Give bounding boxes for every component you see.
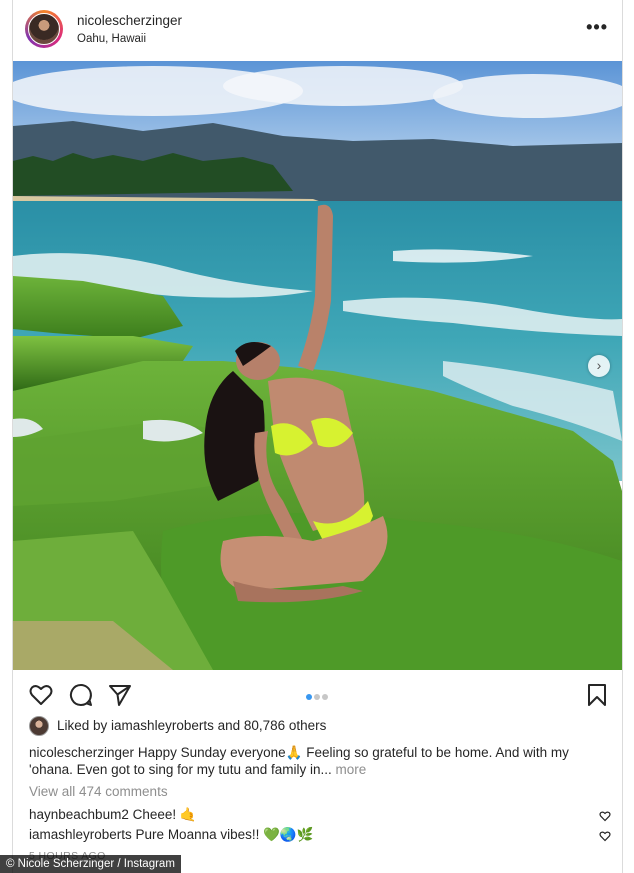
location-link[interactable]: Oahu, Hawaii bbox=[77, 33, 146, 45]
carousel-dot bbox=[314, 694, 320, 700]
username-link[interactable]: nicolescherzinger bbox=[77, 13, 182, 28]
likes-text: Liked by iamashleyroberts and 80,786 oth… bbox=[57, 718, 326, 733]
post-photo[interactable]: › bbox=[13, 61, 622, 670]
liker-username-link[interactable]: iamashleyroberts bbox=[111, 718, 214, 733]
comment-row: iamashleyroberts Pure Moanna vibes!! 💚🌏🌿 bbox=[29, 827, 611, 843]
more-options-button[interactable]: ••• bbox=[586, 17, 608, 38]
photo-credit: © Nicole Scherzinger / Instagram bbox=[0, 855, 181, 873]
profile-avatar[interactable] bbox=[25, 10, 63, 48]
comment-like-heart-icon[interactable] bbox=[599, 830, 611, 842]
chevron-right-icon: › bbox=[596, 357, 602, 373]
comment-username-link[interactable]: haynbeachbum2 bbox=[29, 807, 129, 822]
heart-icon[interactable] bbox=[28, 682, 54, 708]
likes-count[interactable]: and 80,786 others bbox=[214, 718, 327, 733]
comment-text: Cheee! 🤙 bbox=[128, 807, 197, 822]
beach-photo-illustration bbox=[13, 61, 622, 670]
instagram-post-card: nicolescherzinger Oahu, Hawaii ••• › Lik… bbox=[12, 0, 623, 873]
view-all-comments-link[interactable]: View all 474 comments bbox=[29, 784, 168, 799]
comment-icon[interactable] bbox=[68, 682, 94, 708]
avatar-image bbox=[28, 13, 60, 45]
carousel-dot bbox=[322, 694, 328, 700]
liker-avatar[interactable] bbox=[29, 716, 49, 736]
carousel-indicator bbox=[305, 687, 329, 705]
bookmark-icon[interactable] bbox=[584, 682, 610, 708]
caption-more-link[interactable]: more bbox=[336, 762, 367, 777]
post-caption: nicolescherzinger Happy Sunday everyone🙏… bbox=[29, 744, 609, 778]
paper-plane-icon[interactable] bbox=[107, 682, 133, 708]
caption-text-line1: Happy Sunday everyone🙏 Feeling so gratef… bbox=[134, 745, 569, 760]
carousel-next-button[interactable]: › bbox=[588, 355, 610, 377]
comment-row: haynbeachbum2 Cheee! 🤙 bbox=[29, 807, 611, 823]
comment-username-link[interactable]: iamashleyroberts bbox=[29, 827, 132, 842]
comment-like-heart-icon[interactable] bbox=[599, 810, 611, 822]
carousel-dot-active bbox=[306, 694, 312, 700]
caption-text-line2: 'ohana. Even got to sing for my tutu and… bbox=[29, 762, 336, 777]
caption-username-link[interactable]: nicolescherzinger bbox=[29, 745, 134, 760]
likes-prefix: Liked by bbox=[57, 718, 112, 733]
post-header: nicolescherzinger Oahu, Hawaii ••• bbox=[13, 0, 622, 61]
post-actions-bar bbox=[13, 672, 622, 718]
comment-text: Pure Moanna vibes!! 💚🌏🌿 bbox=[131, 827, 314, 842]
